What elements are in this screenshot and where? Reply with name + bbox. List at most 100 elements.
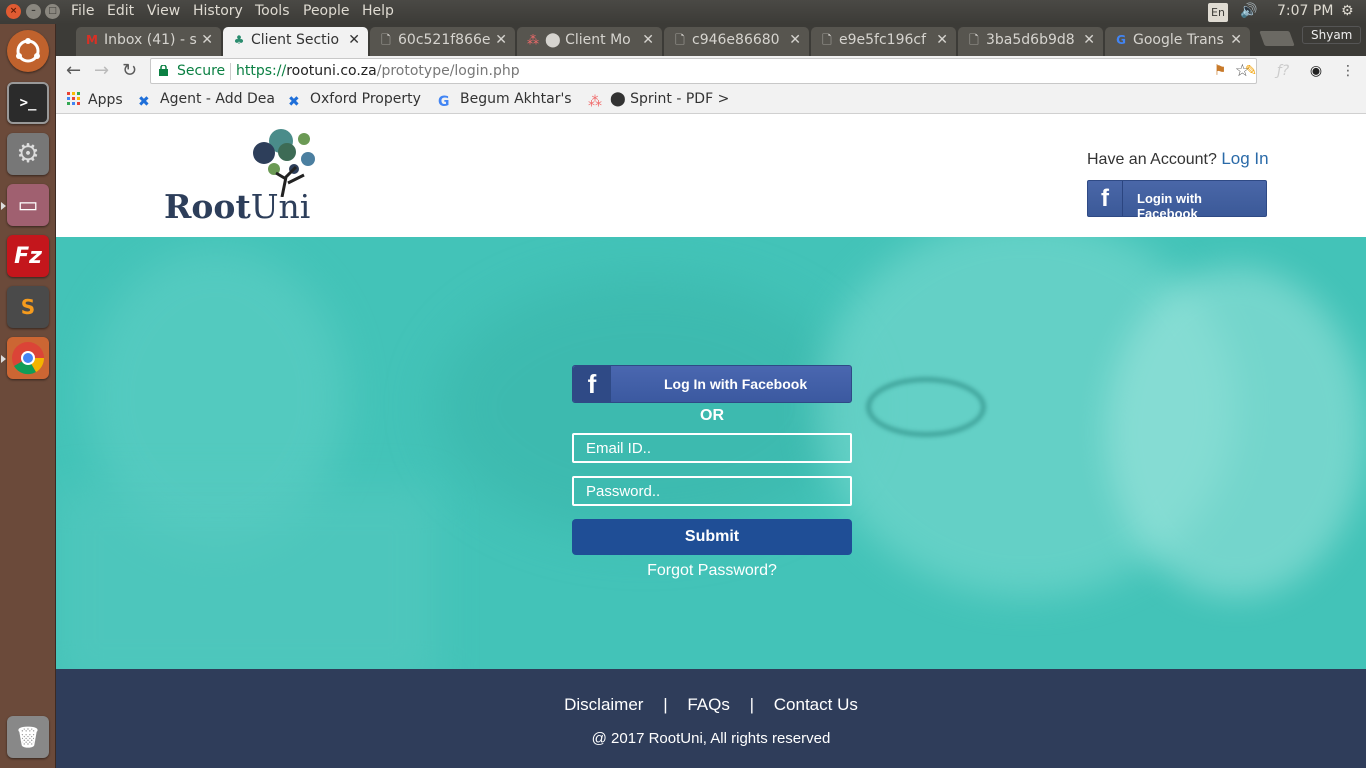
tab-document-3ba5d6[interactable]: 🗋 3ba5d6b9d8 ✕ [958, 27, 1103, 56]
chrome-icon[interactable] [7, 337, 49, 379]
back-arrow-icon[interactable]: ← [66, 60, 81, 81]
disclaimer-link[interactable]: Disclaimer [564, 695, 643, 714]
header-facebook-login-button[interactable]: f Login with Facebook [1087, 180, 1267, 221]
tab-client-mo[interactable]: ⁂ ⬤ Client Mo ✕ [517, 27, 662, 56]
menu-file[interactable]: File [71, 3, 94, 19]
bookmark-label: Apps [88, 92, 123, 108]
terminal-icon[interactable]: >_ [7, 82, 49, 124]
bookmark-begum-akhtar[interactable]: G Begum Akhtar's [438, 91, 572, 110]
running-indicator [1, 355, 6, 363]
forgot-password-link[interactable]: Forgot Password? [572, 562, 852, 580]
submit-button[interactable]: Submit [572, 519, 852, 555]
copyright-text: @ 2017 RootUni, All rights reserved [591, 730, 831, 747]
browser-menu-icon[interactable]: ⋮ [1339, 62, 1357, 80]
bookmark-label: Agent - Add Dea [160, 91, 275, 107]
profile-button[interactable]: Shyam [1302, 26, 1362, 44]
sublime-text-icon[interactable]: S [7, 286, 49, 328]
tab-document-c946e8[interactable]: 🗋 c946e86680 ✕ [664, 27, 809, 56]
new-tab-button[interactable] [1259, 31, 1295, 46]
os-top-panel: × – □ File Edit View History Tools Peopl… [0, 0, 1366, 24]
close-tab-icon[interactable]: ✕ [1230, 27, 1242, 53]
window-maximize-button[interactable]: □ [45, 4, 60, 19]
close-tab-icon[interactable]: ✕ [642, 27, 654, 53]
close-tab-icon[interactable]: ✕ [348, 27, 360, 53]
or-divider: OR [700, 407, 724, 424]
have-account-prompt: Have an Account? Log In [1087, 149, 1269, 169]
email-field[interactable] [572, 433, 852, 463]
browser-toolbar: ← → ↻ Secure https://rootuni.co.za/proto… [56, 56, 1366, 86]
document-icon: 🗋 [969, 33, 979, 47]
asana-icon: ♣ [233, 33, 245, 47]
terminal-prompt-glyph: >_ [19, 95, 37, 111]
web-page: RootUni Have an Account? Log In f Login … [56, 115, 1366, 768]
url-host: rootuni.co.za [286, 63, 377, 79]
extension-pencil-icon[interactable]: ✎ [1242, 62, 1260, 80]
window-minimize-button[interactable]: – [26, 4, 41, 19]
trash-icon[interactable]: 🗑 [7, 716, 49, 758]
extension-color-wheel-icon[interactable]: ◉ [1307, 62, 1325, 80]
menu-edit[interactable]: Edit [107, 3, 134, 19]
x-logo-icon: ✖ [288, 94, 300, 110]
window-close-button[interactable]: × [6, 4, 21, 19]
close-tab-icon[interactable]: ✕ [789, 27, 801, 53]
document-icon: 🗋 [381, 33, 391, 47]
reload-icon[interactable]: ↻ [122, 60, 137, 81]
menu-history[interactable]: History [193, 3, 243, 19]
rootuni-logo[interactable]: RootUni [164, 127, 319, 226]
footer-separator: | [663, 695, 668, 714]
trash-glyph: 🗑 [15, 725, 41, 749]
bookmark-label: Begum Akhtar's [460, 91, 572, 107]
menu-help[interactable]: Help [362, 3, 394, 19]
have-account-text: Have an Account? [1087, 151, 1217, 168]
extension-fx-icon[interactable]: ƒ? [1274, 62, 1292, 80]
tab-inbox[interactable]: M Inbox (41) - s ✕ [76, 27, 221, 56]
menu-view[interactable]: View [147, 3, 180, 19]
bookmark-agent-add-deal[interactable]: ✖ Agent - Add Dea [138, 91, 275, 110]
bookmark-label: Oxford Property [310, 91, 421, 107]
menu-tools[interactable]: Tools [255, 3, 290, 19]
bookmarks-bar: Apps ✖ Agent - Add Dea ✖ Oxford Property G… [56, 86, 1366, 114]
log-in-link[interactable]: Log In [1221, 149, 1268, 168]
tab-google-translate[interactable]: G Google Trans ✕ [1105, 27, 1250, 56]
close-tab-icon[interactable]: ✕ [1083, 27, 1095, 53]
extension-flag-icon[interactable]: ⚑ [1211, 62, 1229, 80]
document-icon: 🗋 [675, 33, 685, 47]
url-scheme: https:// [236, 63, 287, 79]
site-footer: Disclaimer | FAQs | Contact Us @ 2017 Ro… [56, 669, 1366, 768]
close-tab-icon[interactable]: ✕ [495, 27, 507, 53]
system-settings-icon[interactable]: ⚙ [7, 133, 49, 175]
facebook-f-icon: f [573, 366, 611, 402]
file-manager-icon[interactable]: ▭ [7, 184, 49, 226]
ubuntu-logo-icon [16, 38, 40, 63]
tab-client-section[interactable]: ♣ Client Sectio ✕ [223, 27, 368, 56]
close-tab-icon[interactable]: ✕ [936, 27, 948, 53]
faqs-link[interactable]: FAQs [687, 695, 730, 714]
password-field[interactable] [572, 476, 852, 506]
clock[interactable]: 7:07 PM [1277, 3, 1333, 19]
tab-document-e9e5fc[interactable]: 🗋 e9e5fc196cf ✕ [811, 27, 956, 56]
menu-people[interactable]: People [303, 3, 350, 19]
chrome-logo-icon [12, 342, 45, 375]
close-tab-icon[interactable]: ✕ [201, 27, 213, 53]
bookmark-oxford-property[interactable]: ✖ Oxford Property [288, 91, 421, 110]
volume-icon[interactable]: 🔊 [1240, 3, 1257, 19]
bookmark-sprint-pdf[interactable]: ⁂ ⬤ Sprint - PDF > [588, 91, 729, 110]
contact-us-link[interactable]: Contact Us [774, 695, 858, 714]
apps-grid-icon [67, 92, 80, 105]
google-translate-icon: G [1116, 33, 1126, 47]
address-bar[interactable]: Secure https://rootuni.co.za/prototype/l… [150, 58, 1257, 84]
url-text[interactable]: https://rootuni.co.za/prototype/login.ph… [236, 63, 520, 79]
facebook-login-button[interactable]: f Log In with Facebook [572, 365, 852, 403]
system-gear-icon[interactable]: ⚙ [1341, 3, 1354, 19]
tab-document-60c521[interactable]: 🗋 60c521f866e ✕ [370, 27, 515, 56]
sublime-glyph: S [20, 295, 36, 319]
bookmark-apps[interactable]: Apps [66, 91, 123, 108]
header-facebook-login-label: Login with Facebook [1137, 191, 1202, 221]
forward-arrow-icon[interactable]: → [94, 60, 109, 81]
cabinet-glyph: ▭ [17, 192, 39, 218]
browser-tab-strip: M Inbox (41) - s ✕ ♣ Client Sectio ✕ 🗋 60c521… [56, 24, 1366, 56]
logo-wordmark: RootUni [164, 187, 310, 226]
keyboard-language-indicator[interactable]: En [1208, 3, 1228, 22]
filezilla-icon[interactable]: Fz [7, 235, 49, 277]
ubuntu-dash-icon[interactable] [7, 30, 49, 72]
